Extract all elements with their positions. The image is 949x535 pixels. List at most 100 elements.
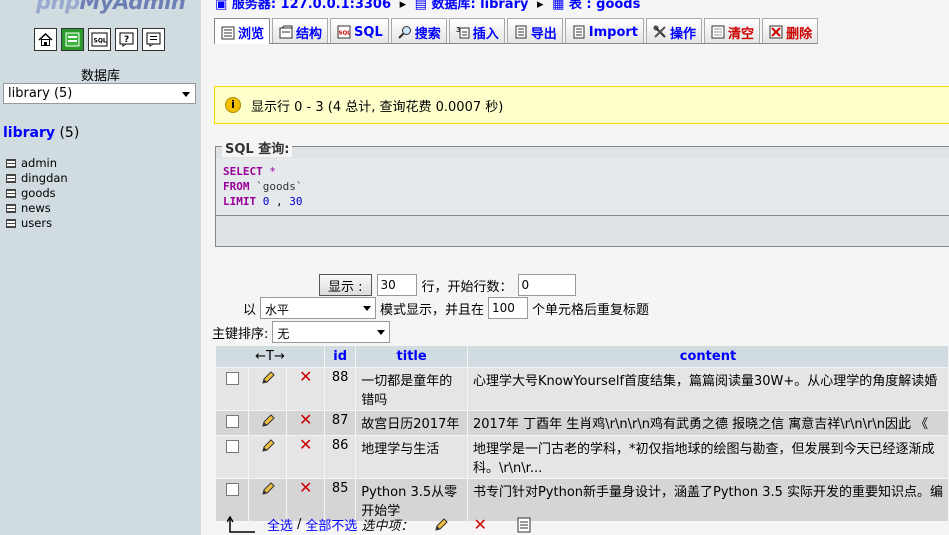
with-selected-label: 选中项： — [361, 519, 414, 534]
tab-search[interactable]: 搜索 — [390, 18, 447, 43]
tab-label: 结构 — [296, 26, 323, 42]
row-checkbox[interactable] — [225, 372, 239, 385]
search-icon — [398, 26, 411, 39]
table-link[interactable]: users — [21, 216, 52, 231]
display-controls-row: 显示 : 30 行，开始行数： 0 — [319, 274, 576, 296]
delete-x-icon[interactable]: ✕ — [299, 480, 312, 496]
table-link[interactable]: dingdan — [21, 171, 68, 186]
database-title[interactable]: library (5) — [3, 125, 79, 141]
table-link[interactable]: goods — [21, 186, 56, 201]
row-checkbox-cell — [216, 411, 249, 435]
sql-table-name: `goods` — [249, 180, 303, 193]
display-mode-select[interactable]: 水平 — [260, 297, 377, 319]
table-list-item-admin[interactable]: admin — [6, 156, 68, 171]
main-panel: ▣ 服务器: 127.0.0.1:3306 ▸ ▤ 数据库: library ▸… — [201, 0, 949, 535]
column-header-id[interactable]: id — [325, 346, 356, 367]
row-checkbox[interactable] — [225, 440, 239, 453]
table-icon[interactable] — [6, 204, 16, 213]
column-header-title[interactable]: title — [356, 346, 467, 367]
edit-pencil-icon[interactable] — [260, 481, 276, 497]
bulk-edit-pencil-icon[interactable] — [433, 517, 449, 533]
display-mode-value: 水平 — [265, 303, 290, 317]
breadcrumb-separator-icon: ▸ — [537, 0, 544, 12]
database-select[interactable]: library (5) — [3, 83, 196, 104]
bulk-export-icon[interactable] — [517, 517, 531, 533]
cell-content: 心理学大号KnowYourself首度结集，篇篇阅读量30W+。从心理学的角度解… — [467, 368, 948, 410]
breadcrumb-table[interactable]: 表 : goods — [569, 0, 640, 12]
start-row-input[interactable]: 0 — [517, 274, 576, 296]
rows-per-page-input[interactable]: 30 — [376, 274, 417, 296]
cell-id: 87 — [325, 411, 356, 435]
table-list-item-goods[interactable]: goods — [6, 186, 68, 201]
edit-pencil-icon[interactable] — [260, 413, 276, 429]
cell-content: 地理学是一门古老的学科，*初仅指地球的绘图与勘查，但发展到今天已经逐渐成 科。\… — [467, 436, 948, 478]
check-all-link[interactable]: 全选 — [267, 515, 293, 534]
table-link[interactable]: admin — [21, 156, 57, 171]
sql-query-box: SQL 查询: SELECT * FROM `goods` LIMIT 0 , … — [215, 138, 949, 247]
table-list-item-dingdan[interactable]: dingdan — [6, 171, 68, 186]
logo-text-php: php — [36, 0, 80, 14]
table-list-item-users[interactable]: users — [6, 216, 68, 231]
tab-operations[interactable]: 操作 — [646, 18, 703, 43]
repeat-header-input[interactable]: 100 — [488, 297, 529, 319]
table-icon[interactable] — [6, 219, 16, 228]
cell-content-line2: 科。\r\n\r... — [472, 461, 543, 476]
column-header-content[interactable]: content — [467, 346, 948, 367]
phpmyadmin-logo[interactable]: phpMyAdmin — [36, 0, 186, 14]
chevron-down-icon — [182, 92, 190, 97]
display-mode-row: 以 水平 模式显示，并且在 100 个单元格后重复标题 — [243, 297, 649, 319]
sort-select[interactable]: 无 — [272, 321, 391, 343]
sql-keyword-from: FROM — [223, 180, 250, 193]
tab-import[interactable]: Import — [564, 18, 645, 43]
operations-icon — [653, 25, 666, 38]
delete-x-icon[interactable]: ✕ — [299, 437, 312, 453]
chevron-down-icon — [363, 306, 372, 311]
sort-value: 无 — [277, 327, 290, 341]
edit-cell — [249, 368, 287, 410]
show-button[interactable]: 显示 : — [319, 274, 372, 296]
table-row: ✕ 86 地理学与生活 地理学是一门古老的学科，*初仅指地球的绘图与勘查，但发展… — [216, 436, 948, 478]
edit-pencil-icon[interactable] — [260, 370, 276, 386]
database-name-link[interactable]: library — [3, 125, 55, 141]
table-icon[interactable] — [6, 174, 16, 183]
table-list: admin dingdan goods news users — [6, 156, 68, 231]
svg-text:SQL: SQL — [339, 31, 352, 37]
table-icon[interactable] — [6, 159, 16, 168]
tab-browse[interactable]: 浏览 — [214, 18, 271, 44]
bulk-delete-x-icon[interactable]: ✕ — [473, 516, 486, 532]
empty-icon — [711, 25, 725, 39]
table-list-item-news[interactable]: news — [6, 201, 68, 216]
export-icon — [515, 25, 527, 39]
table-row: ✕ 87 故宫日历2017年 2017年 丁酉年 生肖鸡\r\n\r\n鸡有武勇… — [216, 411, 948, 435]
svg-text:SQL: SQL — [94, 38, 107, 45]
docs-icon[interactable] — [142, 28, 165, 51]
row-checkbox[interactable] — [225, 483, 239, 496]
row-checkbox[interactable] — [225, 415, 239, 428]
tab-structure[interactable]: 结构 — [272, 18, 329, 43]
database-icon: ▤ — [414, 0, 427, 12]
home-icon[interactable] — [34, 28, 57, 51]
sql-keyword-limit: LIMIT — [223, 195, 257, 208]
column-resize-arrows-icon[interactable]: ←T→ — [216, 346, 325, 367]
edit-pencil-icon[interactable] — [260, 438, 276, 454]
edit-cell — [249, 436, 287, 478]
cell-content-line1: 地理学是一门古老的学科，*初仅指地球的绘图与勘查，但发展到今天已经逐渐成 — [472, 442, 935, 457]
help-icon[interactable]: ? — [115, 28, 138, 51]
uncheck-all-link[interactable]: 全部不选 — [305, 515, 357, 534]
delete-x-icon[interactable]: ✕ — [299, 412, 312, 428]
query-result-notice: i 显示行 0 - 3 (4 总计, 查询花费 0.0007 秒) — [214, 86, 949, 124]
breadcrumb-server[interactable]: 服务器: 127.0.0.1:3306 — [232, 0, 391, 12]
table-link[interactable]: news — [21, 201, 51, 216]
sql-doc-icon[interactable]: SQL — [88, 28, 111, 51]
sql-window-icon[interactable] — [61, 28, 84, 51]
tab-sql[interactable]: SQL SQL — [330, 18, 389, 43]
tab-label: 插入 — [472, 26, 499, 42]
tab-export[interactable]: 导出 — [506, 18, 563, 43]
sql-query-code[interactable]: SELECT * FROM `goods` LIMIT 0 , 30 — [216, 158, 949, 216]
delete-x-icon[interactable]: ✕ — [299, 369, 312, 385]
table-icon[interactable] — [6, 189, 16, 198]
tab-drop[interactable]: 删除 — [762, 18, 819, 43]
breadcrumb-database[interactable]: 数据库: library — [431, 0, 528, 12]
tab-empty[interactable]: 清空 — [704, 18, 761, 43]
tab-insert[interactable]: 3 插入 — [448, 18, 505, 43]
